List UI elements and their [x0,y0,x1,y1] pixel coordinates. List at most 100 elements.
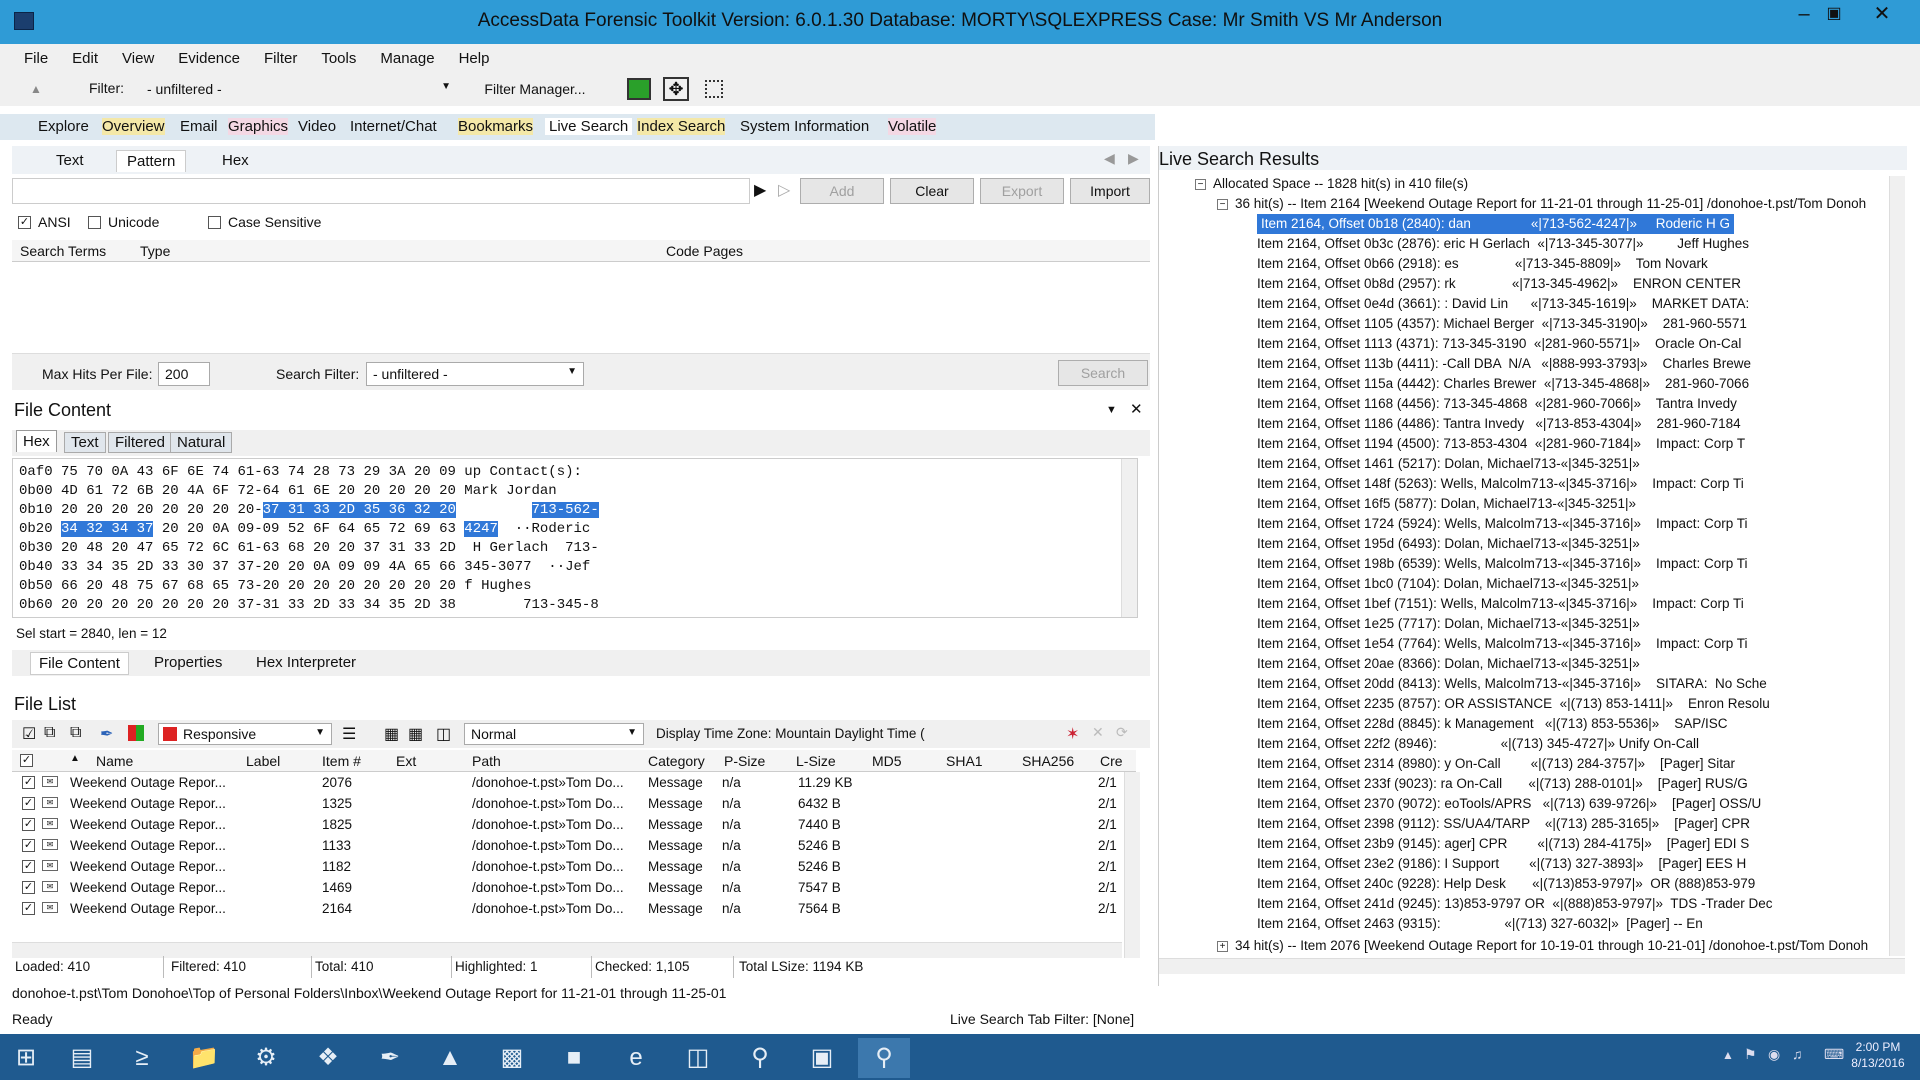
network-icon[interactable]: ❖ [302,1038,354,1078]
tab-text[interactable]: Text [64,432,106,453]
menu-filter[interactable]: Filter [252,44,309,67]
file-list-vscroll[interactable] [1124,772,1140,958]
hex-viewer[interactable]: 0af0 75 70 0A 43 6F 6E 74 61-63 74 28 73… [12,458,1138,618]
hit-row[interactable]: Item 2164, Offset 1bef (7151): Wells, Ma… [1257,594,1744,614]
results-tree[interactable]: − Allocated Space -- 1828 hit(s) in 410 … [1159,174,1889,958]
tray-volume-icon[interactable]: ♫ [1792,1046,1803,1062]
expand-icon[interactable]: + [1217,941,1228,952]
close-icon[interactable]: ✕ [1130,400,1143,418]
hit-row[interactable]: Item 2164, Offset 2398 (9112): SS/UA4/TA… [1257,814,1750,834]
clock-date[interactable]: 8/13/2016 [1846,1056,1910,1070]
hit-row[interactable]: Item 2164, Offset 1e25 (7717): Dolan, Mi… [1257,614,1640,634]
col-lsize[interactable]: L-Size [796,753,836,769]
export-button[interactable]: Export [980,178,1064,204]
import-button[interactable]: Import [1070,178,1150,204]
hit-row[interactable]: Item 2164, Offset 113b (4411): -Call DBA… [1257,354,1751,374]
tab-graphics[interactable]: Graphics [228,118,289,135]
tree-group-item-2076[interactable]: 34 hit(s) -- Item 2076 [Weekend Outage R… [1235,936,1868,956]
unicode-checkbox[interactable] [88,216,101,229]
max-hits-input[interactable]: 200 [158,362,210,386]
row-checkbox[interactable]: ✓ [22,818,35,831]
move-cross-icon[interactable]: ✥ [663,77,689,101]
col-created[interactable]: Cre [1100,753,1123,769]
search-button[interactable]: Search [1058,360,1148,386]
check-all-icon[interactable]: ☑ [22,724,36,744]
panel-icon[interactable]: ◫ [436,724,451,744]
col-code-pages[interactable]: Code Pages [666,243,743,259]
menu-evidence[interactable]: Evidence [166,44,252,67]
col-search-terms[interactable]: Search Terms [20,243,106,259]
hit-row[interactable]: Item 2164, Offset 1113 (4371): 713-345-3… [1257,334,1741,354]
col-name[interactable]: Name [96,753,133,769]
next-arrow-icon[interactable]: ▶ [1128,150,1139,167]
subtab-text[interactable]: Text [56,152,84,169]
view-mode-select[interactable]: Responsive ▼ [158,723,332,745]
row-checkbox[interactable]: ✓ [22,902,35,915]
hit-row-selected[interactable]: Item 2164, Offset 0b18 (2840): dan «|713… [1257,214,1735,234]
clear-button[interactable]: Clear [890,178,974,204]
hit-row[interactable]: Item 2164, Offset 16f5 (5877): Dolan, Mi… [1257,494,1636,514]
pen-tool-icon[interactable]: ✒ [364,1038,416,1078]
start-icon[interactable]: ⊞ [0,1038,52,1078]
col-item[interactable]: Item # [322,753,361,769]
table-icon[interactable]: ▦ [384,724,399,744]
hit-row[interactable]: Item 2164, Offset 23e2 (9186): I Support… [1257,854,1746,874]
table-row[interactable]: ✓ ✉ Weekend Outage Repor... 2164/donohoe-t.… [12,898,1132,919]
tab-hex-interpreter[interactable]: Hex Interpreter [256,654,356,671]
row-checkbox[interactable]: ✓ [22,881,35,894]
hit-row[interactable]: Item 2164, Offset 148f (5263): Wells, Ma… [1257,474,1744,494]
hit-row[interactable]: Item 2164, Offset 2314 (8980): y On-Call… [1257,754,1735,774]
menu-help[interactable]: Help [447,44,502,67]
tab-index-search[interactable]: Index Search [637,118,726,135]
tab-explore[interactable]: Explore [38,118,89,135]
tab-bookmarks[interactable]: Bookmarks [458,118,534,135]
hit-row[interactable]: Item 2164, Offset 1e54 (7764): Wells, Ma… [1257,634,1748,654]
hit-row[interactable]: Item 2164, Offset 0b66 (2918): es «|713-… [1257,254,1708,274]
hit-row[interactable]: Item 2164, Offset 115a (4442): Charles B… [1257,374,1749,394]
table-row[interactable]: ✓ ✉ Weekend Outage Repor... 1325/donohoe-t.… [12,793,1132,814]
stack-icon[interactable]: ⧉ [70,724,81,742]
results-vscroll[interactable] [1889,176,1905,956]
table-row[interactable]: ✓ ✉ Weekend Outage Repor... 1182/donohoe-t.… [12,856,1132,877]
hit-row[interactable]: Item 2164, Offset 0b3c (2876): eric H Ge… [1257,234,1749,254]
ie-icon[interactable]: e [610,1038,662,1078]
hit-row[interactable]: Item 2164, Offset 1bc0 (7104): Dolan, Mi… [1257,574,1639,594]
row-checkbox[interactable]: ✓ [22,860,35,873]
select-region-icon[interactable] [705,80,723,98]
hit-row[interactable]: Item 2164, Offset 2370 (9072): eoTools/A… [1257,794,1761,814]
hit-row[interactable]: Item 2164, Offset 1194 (4500): 713-853-4… [1257,434,1745,454]
hit-row[interactable]: Item 2164, Offset 1461 (5217): Dolan, Mi… [1257,454,1640,474]
columns-icon[interactable]: ☰ [342,724,356,744]
col-category[interactable]: Category [648,753,705,769]
display-mode-select[interactable]: Normal ▼ [464,723,644,745]
row-checkbox[interactable]: ✓ [22,839,35,852]
table-row[interactable]: ✓ ✉ Weekend Outage Repor... 1825/donohoe-t.… [12,814,1132,835]
hit-row[interactable]: Item 2164, Offset 1186 (4486): Tantra In… [1257,414,1741,434]
pattern-input[interactable] [12,178,750,204]
col-label[interactable]: Label [246,753,280,769]
hit-row[interactable]: Item 2164, Offset 228d (8845): k Managem… [1257,714,1728,734]
green-square-icon[interactable] [627,78,651,100]
filter-pin-icon[interactable]: ▲ [30,82,42,96]
tab-live-search[interactable]: Live Search [545,118,633,135]
tray-arrow-icon[interactable]: ▲ [1722,1048,1734,1062]
ftk-search-icon[interactable]: ⚲ [734,1038,786,1078]
play-icon[interactable]: ▶ [754,180,766,200]
tray-flag-icon[interactable]: ⚑ [1744,1046,1757,1063]
col-sha256[interactable]: SHA256 [1022,753,1074,769]
cube-icon[interactable]: ▲ [424,1038,476,1078]
table-alt-icon[interactable]: ▦ [408,724,423,744]
tab-volatile[interactable]: Volatile [888,118,937,135]
hit-row[interactable]: Item 2164, Offset 22f2 (8946): «|(713) 3… [1257,734,1699,754]
tray-keyboard-icon[interactable]: ⌨ [1824,1046,1844,1063]
evidence-icon[interactable]: ▣ [796,1038,848,1078]
row-checkbox[interactable]: ✓ [22,776,35,789]
pen-icon[interactable]: ✒ [100,724,113,744]
folder-icon[interactable]: 📁 [178,1038,230,1078]
color-label-icon[interactable] [128,725,144,741]
search-terms-list[interactable] [12,262,1150,354]
tab-filtered[interactable]: Filtered [108,432,173,453]
case-sensitive-checkbox[interactable] [208,216,221,229]
row-checkbox[interactable]: ✓ [22,797,35,810]
hit-row[interactable]: Item 2164, Offset 20dd (8413): Wells, Ma… [1257,674,1767,694]
